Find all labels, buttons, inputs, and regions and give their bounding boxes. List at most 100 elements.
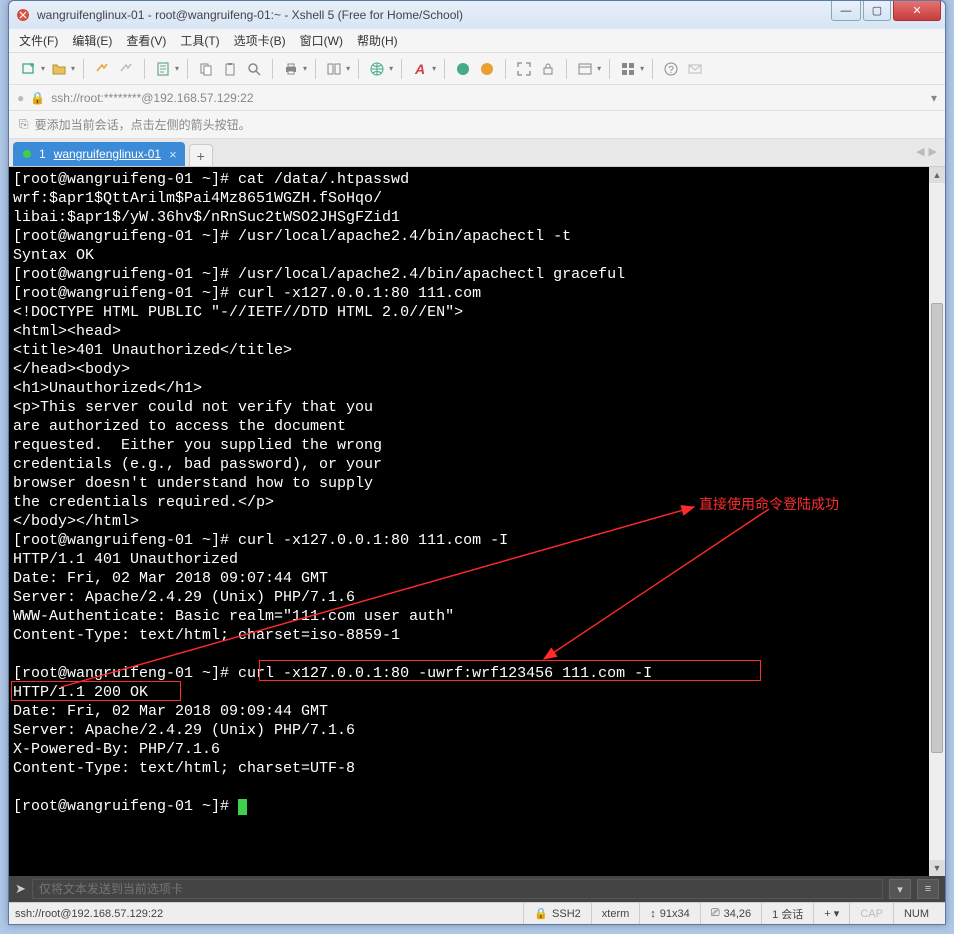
menu-view[interactable]: 查看(V) (126, 32, 166, 49)
send-input[interactable] (32, 879, 883, 899)
terminal-line: Server: Apache/2.4.29 (Unix) PHP/7.1.6 (13, 588, 941, 607)
terminal-line: Content-Type: text/html; charset=iso-885… (13, 626, 941, 645)
terminal[interactable]: [root@wangruifeng-01 ~]# cat /data/.htpa… (9, 167, 945, 876)
menu-window[interactable]: 窗口(W) (300, 32, 343, 49)
print-icon[interactable] (281, 59, 301, 79)
terminal-line: [root@wangruifeng-01 ~]# (13, 797, 941, 816)
menu-file[interactable]: 文件(F) (19, 32, 58, 49)
terminal-line: [root@wangruifeng-01 ~]# /usr/local/apac… (13, 227, 941, 246)
address-bar: ● 🔒 ssh://root:********@192.168.57.129:2… (9, 85, 945, 111)
status-plus[interactable]: + ▾ (813, 903, 849, 924)
new-session-icon[interactable] (19, 59, 39, 79)
compose-icon[interactable] (685, 59, 705, 79)
find-icon[interactable] (244, 59, 264, 79)
paste-icon[interactable] (220, 59, 240, 79)
hint-text: 要添加当前会话，点击左侧的箭头按钮。 (35, 116, 251, 133)
terminal-line: are authorized to access the document (13, 417, 941, 436)
cursor (238, 799, 247, 815)
terminal-line: Content-Type: text/html; charset=UTF-8 (13, 759, 941, 778)
dropdown-icon[interactable]: ▾ (931, 91, 937, 105)
caret-icon[interactable]: ▾ (597, 64, 601, 73)
terminal-line: </head><body> (13, 360, 941, 379)
properties-icon[interactable] (153, 59, 173, 79)
fullscreen-icon[interactable] (514, 59, 534, 79)
terminal-line (13, 778, 941, 797)
lock-icon[interactable] (538, 59, 558, 79)
terminal-line: WWW-Authenticate: Basic realm="111.com u… (13, 607, 941, 626)
send-options-button[interactable]: ≡ (917, 879, 939, 899)
terminal-line: credentials (e.g., bad password), or you… (13, 455, 941, 474)
hint-bar: ⎘ 要添加当前会话，点击左侧的箭头按钮。 (9, 111, 945, 139)
send-icon[interactable]: ➤ (15, 881, 26, 897)
color-scheme-icon[interactable] (453, 59, 473, 79)
terminal-line: libai:$apr1$/yW.36hv$/nRnSuc2tWSO2JHSgFZ… (13, 208, 941, 227)
svg-text:?: ? (668, 65, 674, 76)
terminal-line: <!DOCTYPE HTML PUBLIC "-//IETF//DTD HTML… (13, 303, 941, 322)
session-tab[interactable]: 1 wangruifenglinux-01 × (13, 142, 185, 166)
lock-icon: 🔒 (30, 91, 45, 105)
status-pos: ⎚34,26 (700, 903, 761, 924)
terminal-line: </body></html> (13, 512, 941, 531)
caret-icon[interactable]: ▾ (389, 64, 393, 73)
status-address: ssh://root@192.168.57.129:22 (15, 908, 523, 920)
status-bar: ssh://root@192.168.57.129:22 🔒SSH2 xterm… (9, 902, 945, 924)
scroll-thumb[interactable] (931, 303, 943, 753)
terminal-line: Date: Fri, 02 Mar 2018 09:07:44 GMT (13, 569, 941, 588)
disconnect-icon[interactable] (116, 59, 136, 79)
terminal-line: Server: Apache/2.4.29 (Unix) PHP/7.1.6 (13, 721, 941, 740)
menu-tools[interactable]: 工具(T) (180, 32, 219, 49)
status-term: xterm (591, 903, 640, 924)
caret-icon[interactable]: ▾ (175, 64, 179, 73)
layout-icon[interactable] (324, 59, 344, 79)
open-folder-icon[interactable] (49, 59, 69, 79)
app-window: wangruifenglinux-01 - root@wangruifeng-0… (8, 0, 946, 925)
globe-icon[interactable] (367, 59, 387, 79)
titlebar[interactable]: wangruifenglinux-01 - root@wangruifeng-0… (9, 1, 945, 29)
status-cap: CAP (849, 903, 893, 924)
caret-icon[interactable]: ▾ (346, 64, 350, 73)
terminal-line: requested. Either you supplied the wrong (13, 436, 941, 455)
caret-icon[interactable]: ▾ (41, 64, 45, 73)
highlight-icon[interactable] (477, 59, 497, 79)
terminal-line: wrf:$apr1$QttArilm$Pai4Mz8651WGZH.fSoHqo… (13, 189, 941, 208)
reconnect-icon[interactable] (92, 59, 112, 79)
scroll-down-icon[interactable]: ▼ (929, 860, 945, 876)
address-text[interactable]: ssh://root:********@192.168.57.129:22 (51, 91, 925, 105)
window-title: wangruifenglinux-01 - root@wangruifeng-0… (37, 8, 831, 22)
bullet-icon: ● (17, 91, 24, 105)
terminal-line: [root@wangruifeng-01 ~]# /usr/local/apac… (13, 265, 941, 284)
send-bar: ➤ ▾ ≡ (9, 876, 945, 902)
caret-icon[interactable]: ▾ (71, 64, 75, 73)
caret-icon[interactable]: ▾ (640, 64, 644, 73)
tab-prev-icon[interactable]: ◀ (916, 145, 924, 158)
scroll-up-icon[interactable]: ▲ (929, 167, 945, 183)
help-icon[interactable]: ? (661, 59, 681, 79)
menu-edit[interactable]: 编辑(E) (72, 32, 112, 49)
send-menu-button[interactable]: ▾ (889, 879, 911, 899)
menu-tabs[interactable]: 选项卡(B) (234, 32, 286, 49)
new-tab-button[interactable]: + (189, 144, 213, 166)
terminal-line: browser doesn't understand how to supply (13, 474, 941, 493)
sessions-panel-icon[interactable] (575, 59, 595, 79)
maximize-button[interactable]: ▢ (863, 1, 891, 21)
add-session-icon[interactable]: ⎘ (19, 117, 29, 132)
terminal-line: HTTP/1.1 401 Unauthorized (13, 550, 941, 569)
status-size: ↕91x34 (639, 903, 699, 924)
terminal-line: Syntax OK (13, 246, 941, 265)
copy-icon[interactable] (196, 59, 216, 79)
tab-close-icon[interactable]: × (169, 147, 177, 162)
status-sessions: 1 会话 (761, 903, 813, 924)
tile-icon[interactable] (618, 59, 638, 79)
annotation-box-command (259, 660, 761, 681)
ssh-icon: 🔒 (534, 907, 548, 920)
close-button[interactable]: ✕ (893, 1, 941, 21)
minimize-button[interactable]: — (831, 1, 861, 21)
scrollbar[interactable]: ▲ ▼ (929, 167, 945, 876)
caret-icon[interactable]: ▾ (432, 64, 436, 73)
tab-next-icon[interactable]: ▶ (929, 145, 937, 158)
terminal-line: <html><head> (13, 322, 941, 341)
app-icon (15, 7, 31, 23)
font-icon[interactable]: A (410, 59, 430, 79)
menu-help[interactable]: 帮助(H) (357, 32, 398, 49)
caret-icon[interactable]: ▾ (303, 64, 307, 73)
